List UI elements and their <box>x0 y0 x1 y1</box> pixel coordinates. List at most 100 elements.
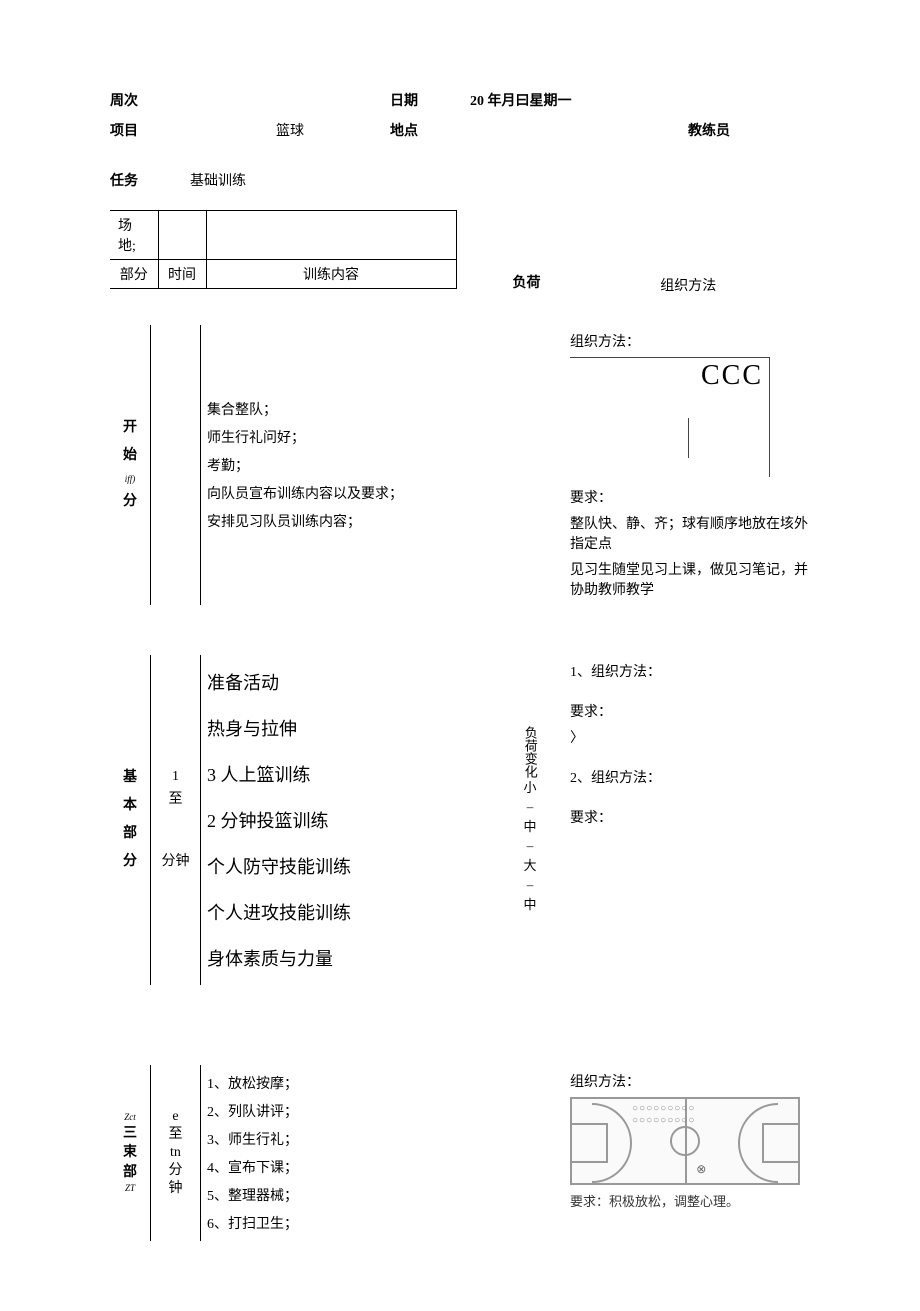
part-header: 部分 <box>110 260 158 289</box>
end-method-title: 组织方法： <box>570 1071 810 1091</box>
start-req-1: 整队快、静、齐；球有顺序地放在垓外指定点 <box>570 513 810 553</box>
task-label: 任务 <box>110 170 190 190</box>
date-label: 日期 <box>390 90 470 110</box>
end-item: 5、整理器械； <box>207 1185 444 1205</box>
week-label: 周次 <box>110 90 190 110</box>
basic-method: 1、组织方法： 要求： 〉 2、组织方法： 要求： <box>560 655 810 985</box>
start-part-label: 开 始 iff) 分 <box>110 325 150 605</box>
basic-time-mid: 至 <box>169 789 183 811</box>
diagram-vline <box>688 418 689 458</box>
basic-r1b: 〉 <box>570 727 810 747</box>
end-part-c3: 部 <box>123 1163 137 1183</box>
end-time-b: 至 <box>169 1126 183 1144</box>
ccc-icon: CCC <box>701 360 763 392</box>
venue-blank2 <box>206 211 456 260</box>
start-content: 集合整队； 师生行礼问好； 考勤； 向队员宣布训练内容以及要求； 安排见习队员训… <box>200 325 450 605</box>
date-value: 20 年月曰星期一 <box>470 90 710 110</box>
basic-part-c2: 本 <box>123 792 137 820</box>
venue-blank <box>158 211 206 260</box>
basic-part-label: 基 本 部 分 <box>110 655 150 985</box>
players-row-1: ○○○○○○○○○ <box>632 1103 778 1114</box>
start-load <box>500 325 560 605</box>
basic-load-seq: 小 – 中 – 大 – 中 <box>523 778 536 915</box>
coach-label: 教练员 <box>470 120 730 140</box>
header-row-2: 项目 篮球 地点 教练员 <box>110 120 810 140</box>
start-part-small: iff) <box>125 470 136 488</box>
end-content: 1、放松按摩； 2、列队讲评； 3、师生行礼； 4、宣布下课； 5、整理器械； … <box>200 1065 450 1241</box>
start-req-2: 见习生随堂见习上课，做见习笔记，并协助教师教学 <box>570 559 810 599</box>
basic-item: 热身与拉伸 <box>207 715 444 741</box>
basic-load-top: 负荷变化 <box>520 726 540 778</box>
basic-r1: 要求： <box>570 701 810 721</box>
court-center-circle <box>670 1126 700 1156</box>
start-part-c3: 分 <box>123 488 137 516</box>
court-key-left <box>572 1123 608 1163</box>
start-item: 师生行礼问好； <box>207 427 444 447</box>
start-item: 向队员宣布训练内容以及要求； <box>207 483 444 503</box>
basic-part-c1: 基 <box>123 764 137 792</box>
basic-part-c3: 部 <box>123 820 137 848</box>
end-caption: 要求：积极放松，调整心理。 <box>570 1191 810 1210</box>
start-method-title: 组织方法： <box>570 331 810 351</box>
method-header: 组织方法 <box>557 275 811 295</box>
start-item: 安排见习队员训练内容； <box>207 511 444 531</box>
basic-time-bot: 分钟 <box>162 851 190 873</box>
start-part-c1: 开 <box>123 414 137 442</box>
time-header: 时间 <box>158 260 206 289</box>
end-item: 2、列队讲评； <box>207 1101 444 1121</box>
week-value <box>190 90 390 110</box>
basic-item: 个人防守技能训练 <box>207 853 444 879</box>
end-time-d: 分 <box>169 1162 183 1180</box>
end-time-a: e <box>172 1108 178 1126</box>
court-diagram: ○○○○○○○○○ ○○○○○○○○○ ⊗ <box>570 1097 800 1185</box>
end-item: 3、师生行礼； <box>207 1129 444 1149</box>
start-item: 考勤； <box>207 455 444 475</box>
basic-m2: 2、组织方法： <box>570 767 810 787</box>
task-value: 基础训练 <box>190 170 390 190</box>
end-time: e 至 tn 分 钟 <box>150 1065 200 1241</box>
end-method: 组织方法： ○○○○○○○○○ ○○○○○○○○○ ⊗ 要求：积极放松，调整心理… <box>560 1065 810 1241</box>
basic-item: 个人进攻技能训练 <box>207 899 444 925</box>
basic-r2: 要求： <box>570 807 810 827</box>
end-load <box>500 1065 560 1241</box>
basic-load: 负荷变化 小 – 中 – 大 – 中 <box>500 655 560 985</box>
project-label: 项目 <box>110 120 190 140</box>
load-header: 负荷 <box>497 273 557 295</box>
mini-header-table: 场地; 部分 时间 训练内容 <box>110 210 457 289</box>
end-part-label: Zct 三 束 部 ZT <box>110 1065 150 1241</box>
basic-time: 1 至 分钟 <box>150 655 200 985</box>
basic-item: 2 分钟投篮训练 <box>207 807 444 833</box>
players-row-2: ○○○○○○○○○ <box>632 1115 778 1126</box>
end-item: 6、打扫卫生； <box>207 1213 444 1233</box>
court-key-right <box>762 1123 798 1163</box>
header-row-1: 周次 日期 20 年月曰星期一 <box>110 90 810 110</box>
basic-item: 准备活动 <box>207 669 444 695</box>
basic-part-c4: 分 <box>123 848 137 876</box>
basic-m1: 1、组织方法： <box>570 661 810 681</box>
coach-mark-icon: ⊗ <box>696 1162 706 1177</box>
start-part-c2: 始 <box>123 442 137 470</box>
project-value: 篮球 <box>190 120 390 140</box>
section-start: 开 始 iff) 分 集合整队； 师生行礼问好； 考勤； 向队员宣布训练内容以及… <box>110 325 810 605</box>
start-method: 组织方法： CCC 要求： 整队快、静、齐；球有顺序地放在垓外指定点 见习生随堂… <box>560 325 810 605</box>
end-item: 1、放松按摩； <box>207 1073 444 1093</box>
section-basic: 基 本 部 分 1 至 分钟 准备活动 热身与拉伸 3 人上篮训练 2 分钟投篮… <box>110 655 810 985</box>
end-time-e: 钟 <box>169 1180 183 1198</box>
formation-diagram: CCC <box>570 357 770 477</box>
content-header: 训练内容 <box>206 260 456 289</box>
basic-item: 3 人上篮训练 <box>207 761 444 787</box>
end-part-small1: Zct <box>124 1111 136 1124</box>
start-item: 集合整队； <box>207 399 444 419</box>
basic-item: 身体素质与力量 <box>207 945 444 971</box>
end-item: 4、宣布下课； <box>207 1157 444 1177</box>
end-part-c1: 三 <box>123 1124 137 1144</box>
end-part-small2: ZT <box>125 1182 135 1195</box>
section-end: Zct 三 束 部 ZT e 至 tn 分 钟 1、放松按摩； 2、列队讲评； … <box>110 1065 810 1241</box>
section-headers: 场地; 部分 时间 训练内容 负荷 组织方法 <box>110 210 810 295</box>
end-time-c: tn <box>170 1144 181 1162</box>
venue-label: 场地; <box>110 211 158 260</box>
task-row: 任务 基础训练 <box>110 170 810 190</box>
basic-time-top: 1 <box>172 766 179 788</box>
start-req-label: 要求： <box>570 487 810 507</box>
start-time <box>150 325 200 605</box>
